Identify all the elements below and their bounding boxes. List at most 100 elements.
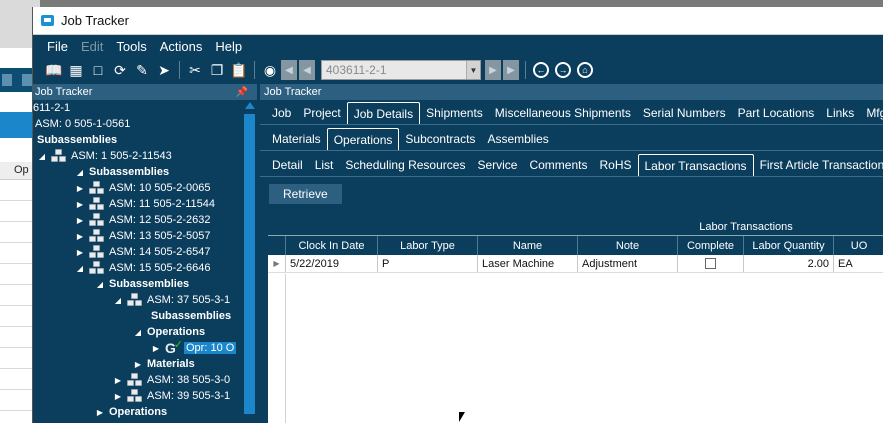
tree-item-asm-10[interactable]: ▶ ASM: 10 505-2-0065	[75, 180, 211, 196]
expand-icon[interactable]: ▶	[75, 232, 85, 241]
job-number-combo[interactable]: 403611-2-1 ▼	[321, 60, 481, 80]
scrollbar-thumb[interactable]	[244, 114, 255, 414]
paste-icon[interactable]: 📋	[228, 59, 250, 81]
grid-icon[interactable]: ▦	[65, 59, 87, 81]
collapse-icon[interactable]: ◢	[37, 152, 47, 161]
first-record-icon[interactable]: ◀	[281, 60, 297, 80]
forward-icon[interactable]: →	[555, 62, 571, 78]
tab-job-details[interactable]: Job Details	[346, 102, 421, 124]
expand-icon[interactable]: ▶	[113, 392, 123, 401]
tree-item-asm-37[interactable]: ◢ ASM: 37 505-3-1	[113, 292, 230, 308]
tree-item-asm-15[interactable]: ◢ ASM: 15 505-2-6646	[75, 260, 211, 276]
search-icon[interactable]: ◉	[259, 59, 281, 81]
tab-labor-transactions[interactable]: Labor Transactions	[637, 154, 754, 176]
expand-icon[interactable]: ▶	[95, 408, 105, 417]
cell-note[interactable]: Adjustment	[578, 255, 678, 272]
tab-project[interactable]: Project	[297, 102, 346, 124]
new-icon[interactable]: □	[87, 59, 109, 81]
tab-assemblies[interactable]: Assemblies	[481, 128, 554, 150]
tree-item-subassemblies[interactable]: ◢ Subassemblies	[75, 164, 169, 180]
column-clock-in-date[interactable]: Clock In Date	[286, 236, 378, 255]
tree-item-operations[interactable]: ▶ Operations	[95, 404, 167, 420]
tree-item-asm-38[interactable]: ▶ ASM: 38 505-3-0	[113, 372, 230, 388]
collapse-icon[interactable]: ◢	[75, 168, 85, 177]
cut-icon[interactable]: ✂	[184, 59, 206, 81]
tree-item-asm-11[interactable]: ▶ ASM: 11 505-2-11544	[75, 196, 215, 212]
tab-list[interactable]: List	[309, 154, 340, 176]
menu-tools[interactable]: Tools	[116, 39, 146, 54]
tab-comments[interactable]: Comments	[523, 154, 593, 176]
column-complete[interactable]: Complete	[678, 236, 744, 255]
collapse-icon[interactable]: ◢	[95, 280, 105, 289]
tab-shipments[interactable]: Shipments	[420, 102, 489, 124]
tree-item-materials[interactable]: ▶ Materials	[133, 356, 195, 372]
cell-labor-type[interactable]: P	[378, 255, 478, 272]
scroll-up-icon[interactable]	[245, 102, 255, 109]
tab-materials[interactable]: Materials	[266, 128, 327, 150]
tab-subcontracts[interactable]: Subcontracts	[399, 128, 481, 150]
expand-icon[interactable]: ▶	[151, 344, 161, 353]
tree-item-asm-39[interactable]: ▶ ASM: 39 505-3-1	[113, 388, 230, 404]
menu-edit[interactable]: Edit	[81, 39, 103, 54]
tab-first-article-transactions[interactable]: First Article Transactions	[754, 154, 883, 176]
tree-item-asm-14[interactable]: ▶ ASM: 14 505-2-6547	[75, 244, 211, 260]
complete-checkbox[interactable]	[705, 258, 716, 269]
retrieve-button[interactable]: Retrieve	[268, 183, 343, 205]
tree-item-subassemblies[interactable]: Subassemblies	[151, 308, 231, 324]
collapse-icon[interactable]: ◢	[113, 296, 123, 305]
expand-icon[interactable]: ▶	[75, 216, 85, 225]
cell-clock-in-date[interactable]: 5/22/2019	[286, 255, 378, 272]
home-icon[interactable]: ⌂	[577, 62, 593, 78]
tab-links[interactable]: Links	[820, 102, 860, 124]
expand-icon[interactable]: ▶	[75, 184, 85, 193]
refresh-icon[interactable]: ⟳	[109, 59, 131, 81]
tab-detail[interactable]: Detail	[266, 154, 309, 176]
expand-icon[interactable]: ▶	[75, 248, 85, 257]
tab-miscellaneous-shipments[interactable]: Miscellaneous Shipments	[489, 102, 637, 124]
collapse-icon[interactable]: ◢	[133, 328, 143, 337]
cell-complete[interactable]	[678, 255, 744, 272]
tree-item-asm-1[interactable]: ◢ ASM: 1 505-2-11543	[37, 148, 172, 164]
expand-icon[interactable]: ▶	[113, 376, 123, 385]
collapse-icon[interactable]: ◢	[75, 264, 85, 273]
column-uom[interactable]: UO	[834, 236, 883, 255]
cell-name[interactable]: Laser Machine	[478, 255, 578, 272]
tree-item-opr-10[interactable]: ▶ G ✓ Opr: 10 O	[151, 339, 237, 356]
menu-help[interactable]: Help	[215, 39, 242, 54]
column-name[interactable]: Name	[478, 236, 578, 255]
tree-item-subassemblies[interactable]: ◢ Subassemblies	[95, 276, 189, 292]
tree-item-job[interactable]: 611-2-1	[33, 100, 70, 116]
tab-scheduling-resources[interactable]: Scheduling Resources	[339, 154, 471, 176]
tree-item-operations[interactable]: ◢ Operations	[133, 324, 205, 340]
go-icon[interactable]: ➤	[153, 59, 175, 81]
tab-part-locations[interactable]: Part Locations	[732, 102, 821, 124]
cell-uom[interactable]: EA	[834, 255, 883, 272]
copy-icon[interactable]: ❐	[206, 59, 228, 81]
tab-job[interactable]: Job	[266, 102, 297, 124]
previous-record-icon[interactable]: ◀	[299, 60, 315, 80]
chevron-down-icon[interactable]: ▼	[466, 61, 480, 79]
tree-item-asm-13[interactable]: ▶ ASM: 13 505-2-5057	[75, 228, 211, 244]
tree-item-asm-12[interactable]: ▶ ASM: 12 505-2-2632	[75, 212, 211, 228]
tree-item-asm-0[interactable]: ASM: 0 505-1-0561	[35, 116, 130, 132]
tab-serial-numbers[interactable]: Serial Numbers	[637, 102, 732, 124]
back-icon[interactable]: ←	[533, 62, 549, 78]
tab-service[interactable]: Service	[471, 154, 523, 176]
expand-icon[interactable]: ▶	[75, 200, 85, 209]
menu-actions[interactable]: Actions	[160, 39, 203, 54]
tree-scrollbar[interactable]	[243, 100, 257, 423]
menu-file[interactable]: File	[47, 39, 68, 54]
next-record-icon[interactable]: ▶	[485, 60, 501, 80]
column-labor-type[interactable]: Labor Type	[378, 236, 478, 255]
table-row[interactable]: ▶ 5/22/2019 P Laser Machine Adjustment 2…	[268, 255, 883, 273]
book-icon[interactable]: 📖	[43, 59, 65, 81]
tab-mfg[interactable]: Mfg. R	[860, 102, 883, 124]
column-note[interactable]: Note	[578, 236, 678, 255]
last-record-icon[interactable]: ▶	[503, 60, 519, 80]
row-selector-icon[interactable]: ▶	[268, 255, 286, 272]
tab-operations[interactable]: Operations	[326, 128, 400, 150]
tree-item-subassemblies[interactable]: Subassemblies	[37, 132, 117, 148]
tab-rohs[interactable]: RoHS	[593, 154, 637, 176]
cell-labor-quantity[interactable]: 2.00	[744, 255, 834, 272]
clear-icon[interactable]: ✎	[131, 59, 153, 81]
